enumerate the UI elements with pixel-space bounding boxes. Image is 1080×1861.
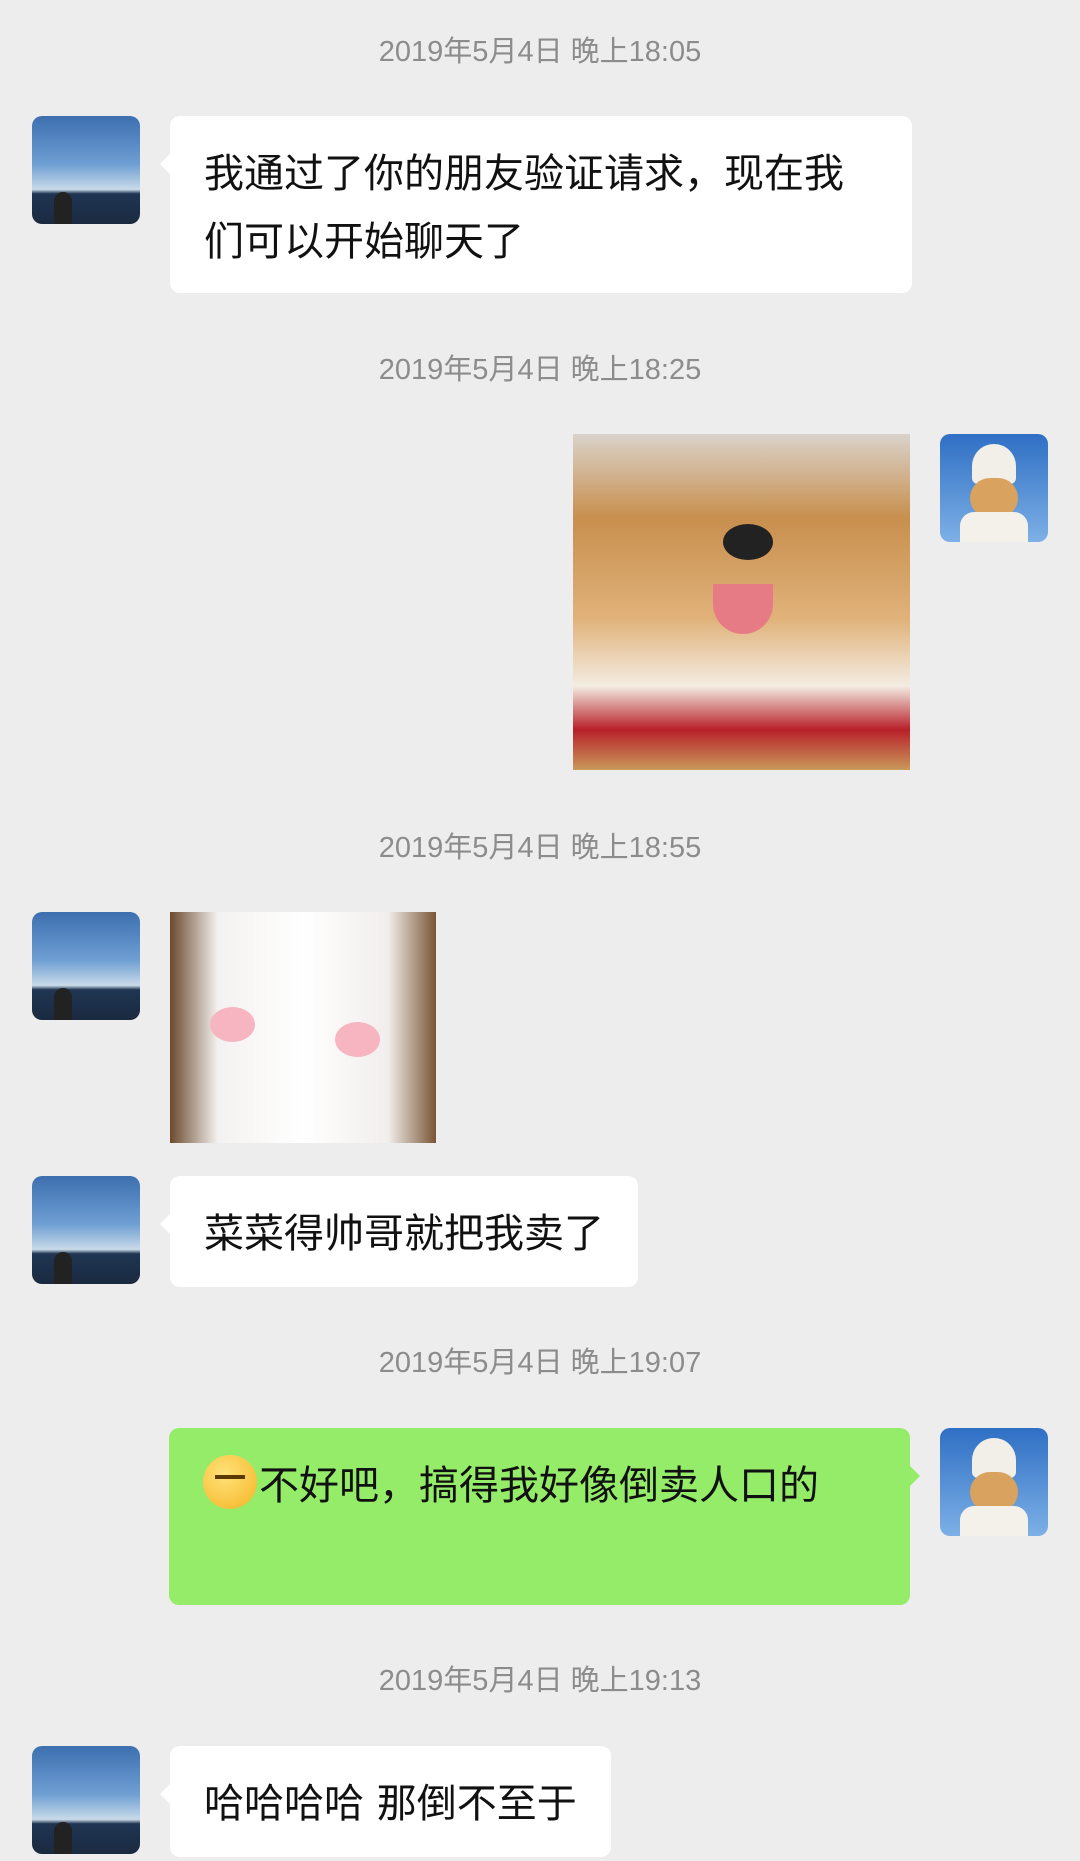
message-bubble[interactable]: 哈哈哈哈 那倒不至于: [160, 1746, 611, 1857]
timestamp: 2019年5月4日 晚上19:13: [378, 1665, 702, 1697]
message-text: 哈哈哈哈 那倒不至于: [204, 1781, 577, 1827]
timestamp: 2019年5月4日 晚上18:05: [378, 36, 702, 68]
smirk-emoji-icon: [203, 1455, 257, 1509]
shiba-dog-sticker-image[interactable]: [573, 434, 910, 770]
message-text: 不好吧，搞得我好像倒卖人口的: [259, 1463, 819, 1509]
contact-avatar[interactable]: [32, 912, 140, 1020]
contact-avatar[interactable]: [32, 116, 140, 224]
my-avatar[interactable]: [940, 434, 1048, 542]
contact-avatar[interactable]: [32, 1746, 140, 1854]
message-bubble[interactable]: 菜菜得帅哥就把我卖了: [160, 1176, 638, 1287]
timestamp: 2019年5月4日 晚上18:55: [378, 832, 702, 864]
timestamp: 2019年5月4日 晚上18:25: [378, 354, 702, 386]
message-bubble[interactable]: 我通过了你的朋友验证请求，现在我们可以开始聊天了: [160, 116, 912, 293]
timestamp: 2019年5月4日 晚上19:07: [378, 1347, 702, 1379]
message-text: 菜菜得帅哥就把我卖了: [204, 1211, 604, 1257]
contact-avatar[interactable]: [32, 1176, 140, 1284]
my-avatar[interactable]: [940, 1428, 1048, 1536]
white-cat-sticker-image[interactable]: [170, 912, 436, 1143]
message-text: 我通过了你的朋友验证请求，现在我们可以开始聊天了: [204, 151, 844, 265]
sent-message-bubble[interactable]: 不好吧，搞得我好像倒卖人口的: [169, 1428, 920, 1605]
